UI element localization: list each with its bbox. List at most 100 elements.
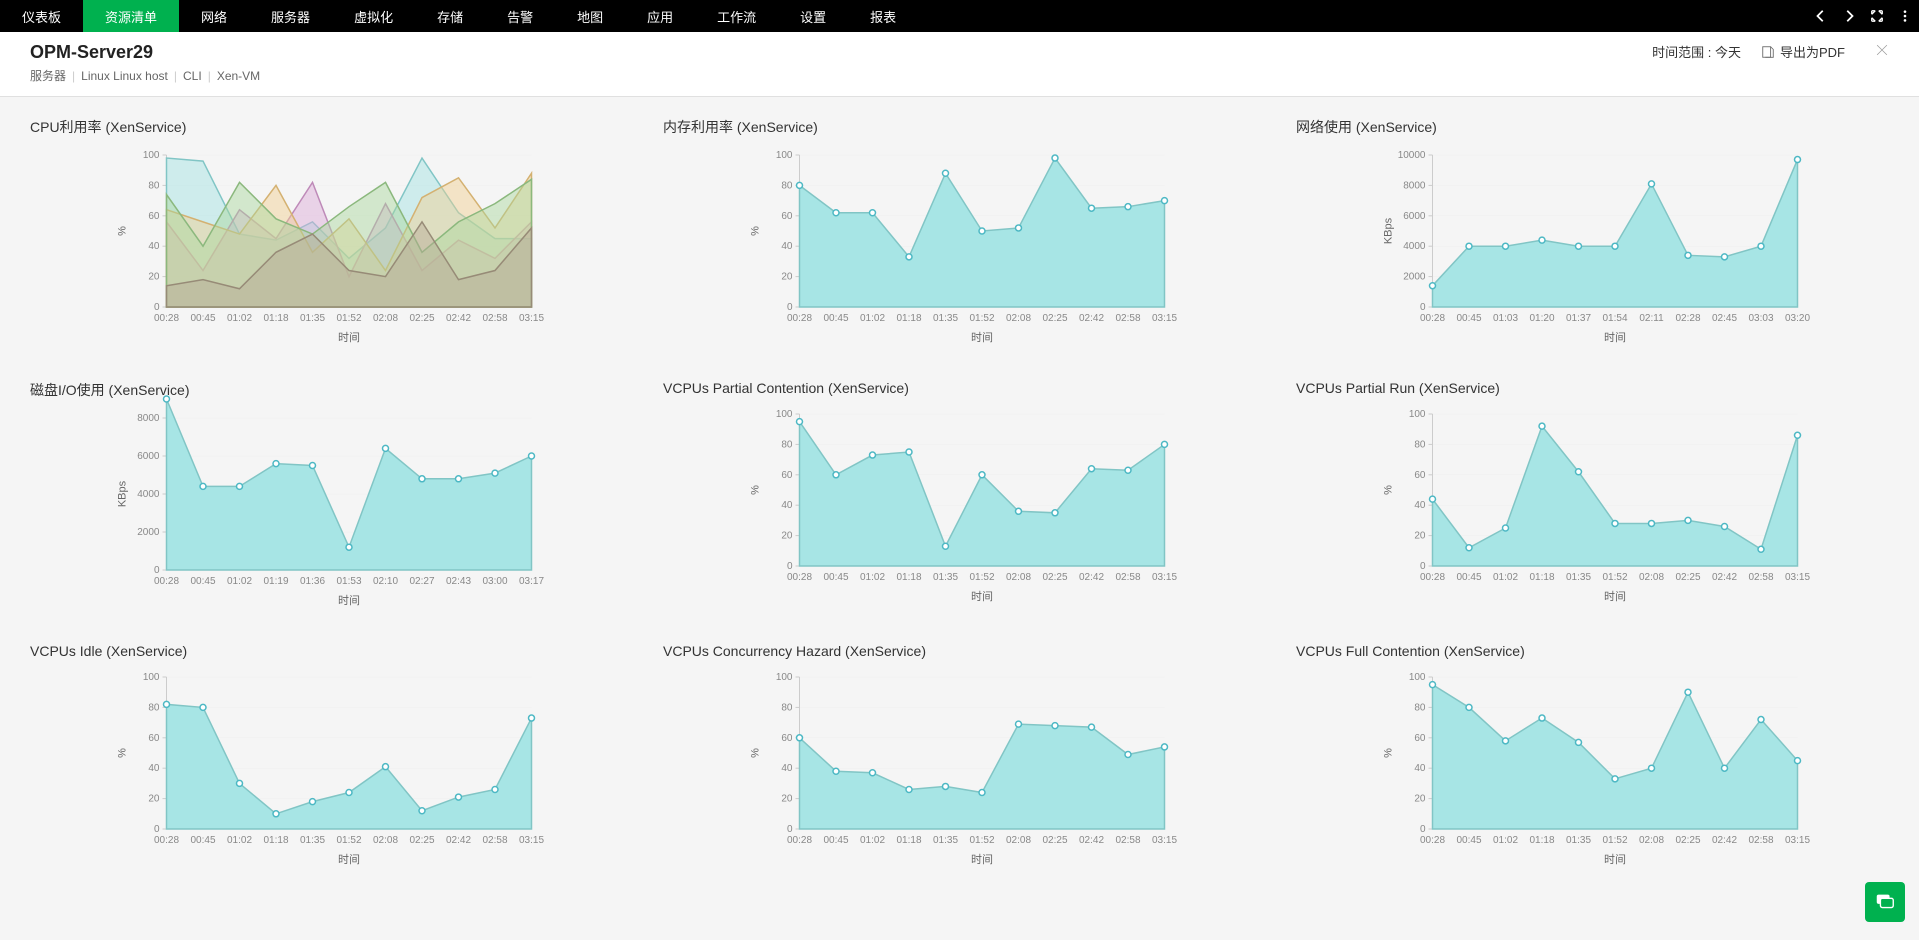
svg-text:01:18: 01:18 <box>896 835 921 846</box>
svg-text:0: 0 <box>787 302 793 313</box>
chart-4: VCPUs Partial Contention (XenService)020… <box>663 380 1256 613</box>
svg-text:00:28: 00:28 <box>1420 835 1445 846</box>
svg-text:02:43: 02:43 <box>446 576 471 587</box>
svg-text:时间: 时间 <box>1604 331 1626 344</box>
nav-item-8[interactable]: 应用 <box>625 0 695 32</box>
svg-text:0: 0 <box>1420 824 1426 835</box>
svg-text:20: 20 <box>1414 531 1426 542</box>
svg-text:00:45: 00:45 <box>823 572 848 583</box>
svg-text:02:58: 02:58 <box>1748 572 1773 583</box>
svg-text:03:15: 03:15 <box>1152 313 1177 324</box>
svg-text:80: 80 <box>781 180 793 191</box>
svg-text:02:58: 02:58 <box>482 313 507 324</box>
nav-item-3[interactable]: 服务器 <box>249 0 332 32</box>
svg-text:02:42: 02:42 <box>1079 313 1104 324</box>
page-header: OPM-Server29 服务器|Linux Linux host|CLI|Xe… <box>0 32 1919 97</box>
chart-7: VCPUs Concurrency Hazard (XenService) 0 20… <box>663 643 1256 872</box>
chart-1: 内存利用率 (XenService)02040608010000:2800:45… <box>663 117 1256 350</box>
nav-item-0[interactable]: 仪表板 <box>0 0 83 32</box>
svg-text:60: 60 <box>781 211 793 222</box>
svg-text:40: 40 <box>781 241 793 252</box>
svg-text:01:02: 01:02 <box>860 835 885 846</box>
nav-item-11[interactable]: 报表 <box>848 0 918 32</box>
svg-text:01:19: 01:19 <box>263 576 288 587</box>
svg-text:00:28: 00:28 <box>1420 572 1445 583</box>
svg-text:20: 20 <box>148 794 160 805</box>
svg-text:%: % <box>750 226 762 236</box>
svg-text:00:28: 00:28 <box>787 313 812 324</box>
svg-text:01:35: 01:35 <box>1566 572 1591 583</box>
svg-text:01:52: 01:52 <box>1602 572 1627 583</box>
svg-text:%: % <box>750 748 762 758</box>
svg-text:00:45: 00:45 <box>190 835 215 846</box>
svg-text:02:25: 02:25 <box>1042 572 1067 583</box>
svg-text:01:52: 01:52 <box>1602 835 1627 846</box>
svg-text:0: 0 <box>154 824 160 835</box>
nav-item-10[interactable]: 设置 <box>778 0 848 32</box>
svg-text:01:37: 01:37 <box>1566 313 1591 324</box>
svg-text:01:52: 01:52 <box>336 835 361 846</box>
svg-text:01:18: 01:18 <box>896 313 921 324</box>
crumb[interactable]: Linux Linux host <box>81 69 168 83</box>
svg-text:8000: 8000 <box>137 413 160 424</box>
svg-text:02:45: 02:45 <box>1712 313 1737 324</box>
svg-text:00:28: 00:28 <box>154 576 179 587</box>
svg-text:02:25: 02:25 <box>409 835 434 846</box>
nav-item-4[interactable]: 虚拟化 <box>332 0 415 32</box>
svg-text:01:18: 01:18 <box>896 572 921 583</box>
svg-text:03:15: 03:15 <box>1152 572 1177 583</box>
chart-title: VCPUs Concurrency Hazard (XenService) <box>663 643 1256 659</box>
svg-text:03:00: 03:00 <box>482 576 507 587</box>
time-range-selector[interactable]: 时间范围 : 今天 <box>1652 42 1741 61</box>
svg-text:01:52: 01:52 <box>969 313 994 324</box>
svg-text:01:35: 01:35 <box>1566 835 1591 846</box>
svg-text:02:42: 02:42 <box>1712 835 1737 846</box>
chat-icon <box>1874 891 1896 913</box>
chart-0: CPU利用率 (XenService)02040608010000:2800:4… <box>30 117 623 350</box>
svg-text:KBps: KBps <box>117 480 129 507</box>
svg-text:40: 40 <box>781 500 793 511</box>
crumb[interactable]: CLI <box>183 69 202 83</box>
nav-item-5[interactable]: 存储 <box>415 0 485 32</box>
nav-prev-button[interactable] <box>1807 0 1835 32</box>
svg-text:01:02: 01:02 <box>1493 835 1518 846</box>
svg-text:0: 0 <box>787 824 793 835</box>
svg-text:03:15: 03:15 <box>1785 572 1810 583</box>
nav-item-1[interactable]: 资源清单 <box>83 0 179 32</box>
svg-text:02:58: 02:58 <box>1115 313 1140 324</box>
svg-text:60: 60 <box>781 470 793 481</box>
svg-text:2000: 2000 <box>137 527 160 538</box>
export-pdf-button[interactable]: 导出为PDF <box>1761 42 1845 61</box>
chat-fab[interactable] <box>1865 882 1905 922</box>
nav-next-button[interactable] <box>1835 0 1863 32</box>
chart-title: CPU利用率 (XenService) <box>30 117 623 137</box>
svg-text:01:35: 01:35 <box>300 835 325 846</box>
svg-text:02:58: 02:58 <box>1748 835 1773 846</box>
svg-text:60: 60 <box>148 733 160 744</box>
svg-text:20: 20 <box>781 794 793 805</box>
crumb[interactable]: Xen-VM <box>217 69 260 83</box>
more-menu-icon[interactable] <box>1891 0 1919 32</box>
svg-text:02:25: 02:25 <box>409 313 434 324</box>
svg-text:%: % <box>1383 748 1395 758</box>
svg-text:100: 100 <box>1409 409 1426 420</box>
svg-text:20: 20 <box>148 272 160 283</box>
svg-text:0: 0 <box>1420 302 1426 313</box>
svg-text:60: 60 <box>1414 733 1426 744</box>
svg-text:时间: 时间 <box>338 853 360 866</box>
svg-text:02:42: 02:42 <box>1079 835 1104 846</box>
nav-item-9[interactable]: 工作流 <box>695 0 778 32</box>
svg-text:00:45: 00:45 <box>823 313 848 324</box>
svg-text:40: 40 <box>1414 500 1426 511</box>
svg-text:01:02: 01:02 <box>227 835 252 846</box>
crumb[interactable]: 服务器 <box>30 69 66 83</box>
collapse-icon[interactable] <box>1863 0 1891 32</box>
close-button[interactable] <box>1875 43 1889 60</box>
svg-text:03:15: 03:15 <box>1152 835 1177 846</box>
svg-text:%: % <box>117 748 129 758</box>
nav-item-7[interactable]: 地图 <box>555 0 625 32</box>
nav-item-6[interactable]: 告警 <box>485 0 555 32</box>
svg-text:02:25: 02:25 <box>1042 313 1067 324</box>
svg-text:00:28: 00:28 <box>154 313 179 324</box>
nav-item-2[interactable]: 网络 <box>179 0 249 32</box>
